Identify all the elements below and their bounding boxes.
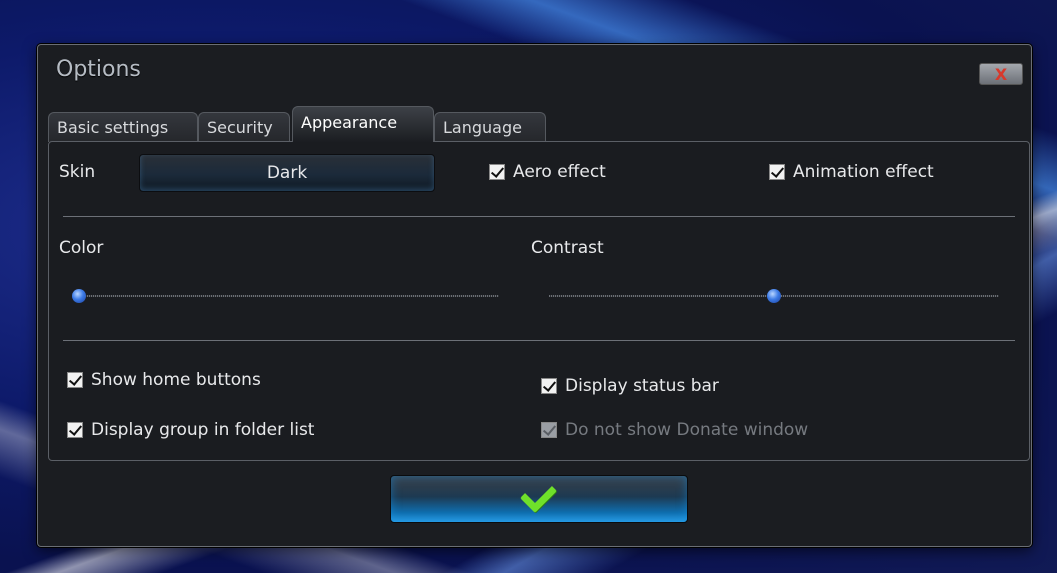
color-label: Color bbox=[59, 238, 104, 258]
aero-effect-label: Aero effect bbox=[513, 162, 606, 182]
color-slider[interactable] bbox=[72, 286, 499, 306]
divider bbox=[63, 216, 1015, 217]
show-home-buttons-label: Show home buttons bbox=[91, 370, 261, 390]
tab-language[interactable]: Language bbox=[434, 112, 546, 142]
checkbox-checked-icon bbox=[541, 422, 557, 438]
animation-effect-checkbox[interactable]: Animation effect bbox=[769, 162, 934, 182]
tab-basic-settings[interactable]: Basic settings bbox=[48, 112, 198, 142]
aero-effect-checkbox[interactable]: Aero effect bbox=[489, 162, 606, 182]
slider-thumb[interactable] bbox=[767, 289, 781, 303]
checkbox-checked-icon bbox=[67, 372, 83, 388]
close-button[interactable]: X bbox=[979, 63, 1023, 85]
checkbox-checked-icon bbox=[489, 164, 505, 180]
slider-track bbox=[79, 295, 499, 297]
tab-appearance[interactable]: Appearance bbox=[292, 106, 434, 142]
do-not-show-donate-label: Do not show Donate window bbox=[565, 420, 809, 440]
window-title: Options bbox=[56, 57, 141, 82]
appearance-panel: Skin Dark Aero effect Animation effect C… bbox=[48, 141, 1030, 461]
contrast-slider[interactable] bbox=[549, 286, 999, 306]
do-not-show-donate-checkbox: Do not show Donate window bbox=[541, 420, 808, 440]
display-group-in-folder-list-label: Display group in folder list bbox=[91, 420, 315, 440]
show-home-buttons-checkbox[interactable]: Show home buttons bbox=[67, 370, 261, 390]
display-status-bar-label: Display status bar bbox=[565, 376, 719, 396]
skin-label: Skin bbox=[59, 162, 96, 182]
display-status-bar-checkbox[interactable]: Display status bar bbox=[541, 376, 719, 396]
skin-selector-button[interactable]: Dark bbox=[139, 154, 435, 192]
tab-security[interactable]: Security bbox=[198, 112, 290, 142]
ok-button[interactable] bbox=[390, 475, 688, 523]
contrast-label: Contrast bbox=[531, 238, 604, 258]
checkbox-checked-icon bbox=[67, 422, 83, 438]
options-dialog: Options X Basic settings Security Appear… bbox=[37, 44, 1032, 547]
checkmark-icon bbox=[520, 476, 557, 513]
slider-thumb[interactable] bbox=[72, 289, 86, 303]
close-icon: X bbox=[994, 65, 1008, 84]
checkbox-checked-icon bbox=[541, 378, 557, 394]
display-group-in-folder-list-checkbox[interactable]: Display group in folder list bbox=[67, 420, 314, 440]
divider bbox=[63, 340, 1015, 341]
animation-effect-label: Animation effect bbox=[793, 162, 934, 182]
checkbox-checked-icon bbox=[769, 164, 785, 180]
